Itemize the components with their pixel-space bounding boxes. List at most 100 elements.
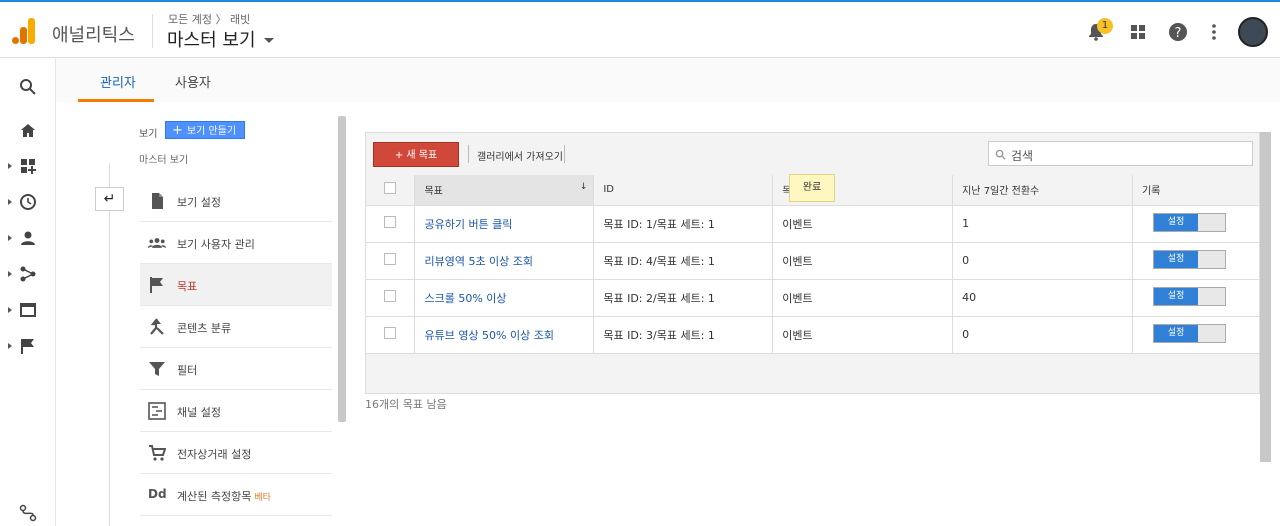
menu-item-ecommerce-settings[interactable]: 전자상거래 설정 [140, 432, 332, 474]
table-row: 스크롤 50% 이상 목표 ID: 2/목표 세트: 1 이벤트 40 설정 [366, 279, 1261, 317]
person-icon[interactable] [19, 229, 37, 247]
toggle-on-label: 설정 [1153, 250, 1198, 268]
record-cell: 설정 [1132, 242, 1261, 280]
notification-badge: 1 [1097, 18, 1113, 34]
analytics-logo-icon[interactable] [12, 18, 36, 44]
conversions-flag-icon[interactable] [19, 337, 37, 355]
help-icon[interactable]: ? [1168, 22, 1188, 42]
view-section-label: 보기 [139, 129, 158, 140]
home-icon[interactable] [19, 122, 37, 140]
more-vert-icon[interactable] [1204, 22, 1224, 42]
acquisition-icon[interactable] [19, 265, 37, 283]
expand-arrow-icon[interactable] [8, 199, 12, 205]
toggle-on-label: 설정 [1153, 213, 1198, 231]
row-checkbox[interactable] [384, 327, 397, 339]
menu-item-channel-settings[interactable]: 채널 설정 [140, 390, 332, 432]
view-selector[interactable]: 마스터 보기 [167, 26, 256, 52]
record-toggle[interactable]: 설정 [1152, 323, 1226, 343]
apps-grid-icon[interactable] [1128, 22, 1148, 42]
channel-icon [148, 402, 166, 420]
goal-name-link[interactable]: 유튜브 영상 50% 이상 조회 [424, 329, 554, 342]
import-from-gallery-button[interactable]: 갤러리에서 가져오기 [477, 148, 563, 163]
tab-user[interactable]: 사용자 [175, 72, 211, 91]
selected-view-name[interactable]: 마스터 보기 [139, 151, 188, 166]
view-dropdown-caret-icon[interactable] [264, 38, 274, 43]
create-view-label: 보기 만들기 [186, 126, 237, 137]
page-scrollbar[interactable] [1260, 132, 1271, 462]
record-toggle[interactable]: 설정 [1152, 212, 1226, 232]
menu-item-label: 채널 설정 [177, 406, 221, 419]
customization-icon[interactable] [19, 157, 37, 175]
menu-item-label: 콘텐츠 분류 [177, 322, 232, 335]
column-divider-line [109, 163, 110, 526]
document-icon [152, 193, 163, 209]
select-all-checkbox[interactable] [384, 182, 397, 195]
expand-arrow-icon[interactable] [8, 307, 12, 313]
goal-name-link[interactable]: 공유하기 버튼 클릭 [424, 218, 512, 231]
goal-name-cell: 유튜브 영상 50% 이상 조회 [414, 316, 595, 354]
record-toggle[interactable]: 설정 [1152, 286, 1226, 306]
menu-item-label: 전자상거래 설정 [177, 448, 252, 461]
user-avatar[interactable] [1238, 17, 1268, 47]
users-icon [148, 238, 166, 248]
grouping-icon [150, 318, 164, 335]
search-input[interactable]: 검색 [988, 141, 1253, 166]
menu-item-label: 계산된 측정항목 베타 [177, 488, 271, 504]
flag-icon [150, 277, 163, 293]
discover-icon[interactable] [19, 504, 37, 522]
goal-name-link[interactable]: 리뷰영역 5초 이상 조회 [424, 255, 533, 268]
goal-type-cell: 이벤트 [772, 242, 954, 280]
conversions-cell: 1 [952, 205, 1133, 243]
conversions-cell: 0 [952, 242, 1133, 280]
expand-arrow-icon[interactable] [8, 235, 12, 241]
goal-name-link[interactable]: 스크롤 50% 이상 [424, 292, 506, 305]
goal-name-cell: 리뷰영역 5초 이상 조회 [414, 242, 595, 280]
conversions-cell: 40 [952, 279, 1133, 317]
behavior-icon[interactable] [19, 301, 37, 319]
expand-arrow-icon[interactable] [8, 343, 12, 349]
column-header-goal[interactable]: 목표 ↓ [414, 175, 595, 206]
svg-text:?: ? [1175, 26, 1182, 41]
expand-arrow-icon[interactable] [8, 271, 12, 277]
remaining-goals-text: 16개의 목표 남음 [365, 398, 447, 411]
goal-id-cell: 목표 ID: 3/목표 세트: 1 [593, 316, 774, 354]
new-goal-button[interactable]: + 새 목표 [373, 142, 459, 167]
column-header-id[interactable]: ID [593, 175, 774, 206]
menu-item-goals[interactable]: 목표 [140, 264, 332, 306]
row-checkbox[interactable] [384, 253, 397, 265]
back-button[interactable]: ↵ [95, 187, 124, 211]
conversions-cell: 0 [952, 316, 1133, 354]
tab-admin[interactable]: 관리자 [100, 72, 136, 91]
row-checkbox[interactable] [384, 290, 397, 302]
record-toggle[interactable]: 설정 [1152, 249, 1226, 269]
row-select-cell [366, 205, 416, 243]
goal-id-cell: 목표 ID: 1/목표 세트: 1 [593, 205, 774, 243]
create-view-button[interactable]: + 보기 만들기 [165, 121, 245, 139]
plus-icon: + [172, 123, 183, 138]
breadcrumb[interactable]: 모든 계정 〉 래빗 [168, 11, 250, 27]
menu-item-label: 보기 사용자 관리 [177, 238, 255, 251]
filter-icon [149, 362, 165, 376]
goal-id-cell: 목표 ID: 2/목표 세트: 1 [593, 279, 774, 317]
cart-icon [149, 445, 166, 461]
search-icon[interactable] [19, 78, 37, 96]
record-cell: 설정 [1132, 205, 1261, 243]
row-checkbox[interactable] [384, 216, 397, 228]
menu-scrollbar[interactable] [338, 116, 346, 422]
menu-item-user-management[interactable]: 보기 사용자 관리 [140, 222, 332, 264]
column-header-conversions[interactable]: 지난 7일간 전환수 [952, 175, 1133, 206]
goal-type-cell: 이벤트 [772, 205, 954, 243]
dd-icon: Dd [148, 487, 167, 501]
menu-item-view-settings[interactable]: 보기 설정 [140, 180, 332, 222]
goal-name-cell: 스크롤 50% 이상 [414, 279, 595, 317]
clock-icon[interactable] [19, 193, 37, 211]
goal-type-cell: 이벤트 [772, 316, 954, 354]
menu-item-filters[interactable]: 필터 [140, 348, 332, 390]
column-header-record[interactable]: 기록 [1132, 175, 1261, 206]
admin-tabs: 관리자 사용자 [56, 58, 1280, 102]
toggle-on-label: 설정 [1153, 324, 1198, 342]
menu-item-calculated-metrics[interactable]: Dd 계산된 측정항목 베타 [140, 474, 332, 516]
expand-arrow-icon[interactable] [8, 163, 12, 169]
menu-item-content-grouping[interactable]: 콘텐츠 분류 [140, 306, 332, 348]
row-select-cell [366, 242, 416, 280]
